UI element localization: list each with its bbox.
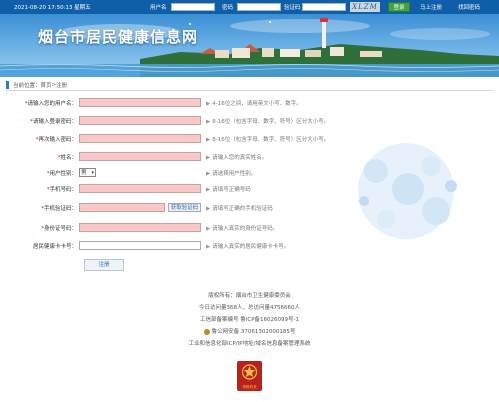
name-hint: 请输入您的真实姓名。 [212,155,268,161]
registration-form: *请输入您的用户名： ▶ 4-16位之间，请用英文小写、数字。 *请输入登录密码：… [6,91,493,281]
government-logo-caption: 党政机关 [242,384,257,389]
form-row-username: *请输入您的用户名： ▶ 4-16位之间，请用英文小写、数字。 [6,97,493,108]
hint-arrow-icon: ▶ [206,101,211,107]
hint-arrow-icon: ▶ [206,171,211,177]
gender-select[interactable]: 男 ▾ [79,168,96,177]
current-datetime: 2021-08-20 17:50:13 星期五 [14,5,91,11]
form-row-phone: *手机号码： ▶ 请填写正确号码 [6,183,493,194]
footer: 版权所有：烟台市卫生健康委员会 今日访问量368人，总访问量4756660人 工… [0,290,499,350]
form-row-sms-code: *手机验证码： 获取验证码 ▶ 请填写正确的手机验证码 [6,202,493,213]
sms-code-field[interactable] [79,203,165,212]
id-number-hint: 请输入真实的身份证号码。 [212,226,279,232]
breadcrumb-current: 注册 [56,83,68,89]
sms-code-hint: 请填写正确的手机验证码 [212,206,273,212]
health-card-field[interactable] [79,241,201,250]
name-field[interactable] [79,152,201,161]
captcha-label: 验证码 [284,5,301,11]
form-row-password: *请输入登录密码： ▶ 8-16位（包含字母、数字、符号）区分大小写。 [6,115,493,126]
phone-hint: 请填写正确号码 [212,187,251,193]
hint-arrow-icon: ▶ [206,137,211,143]
form-row-confirm-password: *再次输入密码： ▶ 8-16位（包含字母、数字、符号）区分大小写。 [6,133,493,144]
id-number-field[interactable] [79,223,201,232]
hint-arrow-icon: ▶ [206,187,211,193]
captcha-input[interactable] [302,3,346,11]
id-number-field-label: 身份证号码： [43,226,77,232]
footer-miit-link[interactable]: 工业和信息化部ICP/IP地址/域名信息备案管理系统 [0,338,499,350]
confirm-password-hint: 8-16位（包含字母、数字、符号）区分大小写。 [212,137,330,143]
gender-hint: 请选择用户性别。 [212,171,257,177]
footer-visit-stats: 今日访问量368人，总访问量4756660人 [199,305,300,311]
hint-arrow-icon: ▶ [206,226,211,232]
password-input[interactable] [237,3,281,11]
name-field-label: 姓名： [60,155,77,161]
hint-arrow-icon: ▶ [206,155,211,161]
government-site-logo[interactable]: 党政机关 [236,360,263,392]
password-label: 密码 [222,5,234,11]
password-field[interactable] [79,116,201,125]
footer-copyright: 版权所有：烟台市卫生健康委员会 [208,293,291,299]
hint-arrow-icon: ▶ [206,119,211,125]
phone-field-label: 手机号码： [49,187,77,193]
form-row-name: *姓名： ▶ 请输入您的真实姓名。 [6,151,493,162]
form-row-health-card: 居民健康卡卡号： ▶ 请输入真实的居民健康卡卡号。 [6,240,493,251]
password-field-label: 请输入登录密码： [32,119,77,125]
police-badge-icon [203,328,210,335]
username-input[interactable] [171,3,215,11]
hint-arrow-icon: ▶ [206,206,211,212]
gender-select-value: 男 [81,170,87,176]
breadcrumb: 当前位置： 首页 > 注册 [6,80,493,91]
username-field-label: 请输入您的用户名： [27,101,77,107]
username-field[interactable] [79,98,201,107]
phone-field[interactable] [79,184,201,193]
username-hint: 4-16位之间，请用英文小写、数字。 [212,101,302,107]
breadcrumb-home-link[interactable]: 首页 [41,81,52,89]
register-submit-button[interactable]: 注册 [84,259,124,271]
hint-arrow-icon: ▶ [206,244,211,250]
footer-police-record[interactable]: 鲁公网安备 37061302000185号 [212,329,296,335]
password-hint: 8-16位（包含字母、数字、符号）区分大小写。 [212,119,330,125]
top-bar: 2021-08-20 17:50:13 星期五 用户名 密码 验证码 XLZM … [0,0,499,14]
breadcrumb-prefix: 当前位置： [13,83,41,89]
username-label: 用户名 [150,5,167,11]
form-row-gender: *用户性别： 男 ▾ ▶ 请选择用户性别。 [6,167,493,178]
sms-code-field-label: 手机验证码： [43,206,77,212]
get-code-button[interactable]: 获取验证码 [168,203,201,212]
form-row-id-number: *身份证号码： ▶ 请输入真实的身份证号码。 [6,222,493,233]
register-link[interactable]: 马上注册 [420,3,442,11]
breadcrumb-marker [6,81,9,89]
footer-icp-record[interactable]: 工信部备案编号 鲁ICP备16026099号-1 [0,314,499,326]
gender-field-label: 用户性别： [49,171,77,177]
confirm-password-field-label: 再次输入密码： [38,137,77,143]
login-button[interactable]: 登录 [388,2,410,12]
site-title: 烟台市居民健康信息网 [38,28,199,46]
header-banner: 烟台市居民健康信息网 [0,14,499,77]
health-card-field-label: 居民健康卡卡号： [32,244,77,250]
confirm-password-field[interactable] [79,134,201,143]
health-card-hint: 请输入真实的居民健康卡卡号。 [212,244,290,250]
captcha-image[interactable]: XLZM [350,2,380,12]
forgot-password-link[interactable]: 找回密码 [458,3,480,11]
chevron-down-icon: ▾ [91,170,94,176]
